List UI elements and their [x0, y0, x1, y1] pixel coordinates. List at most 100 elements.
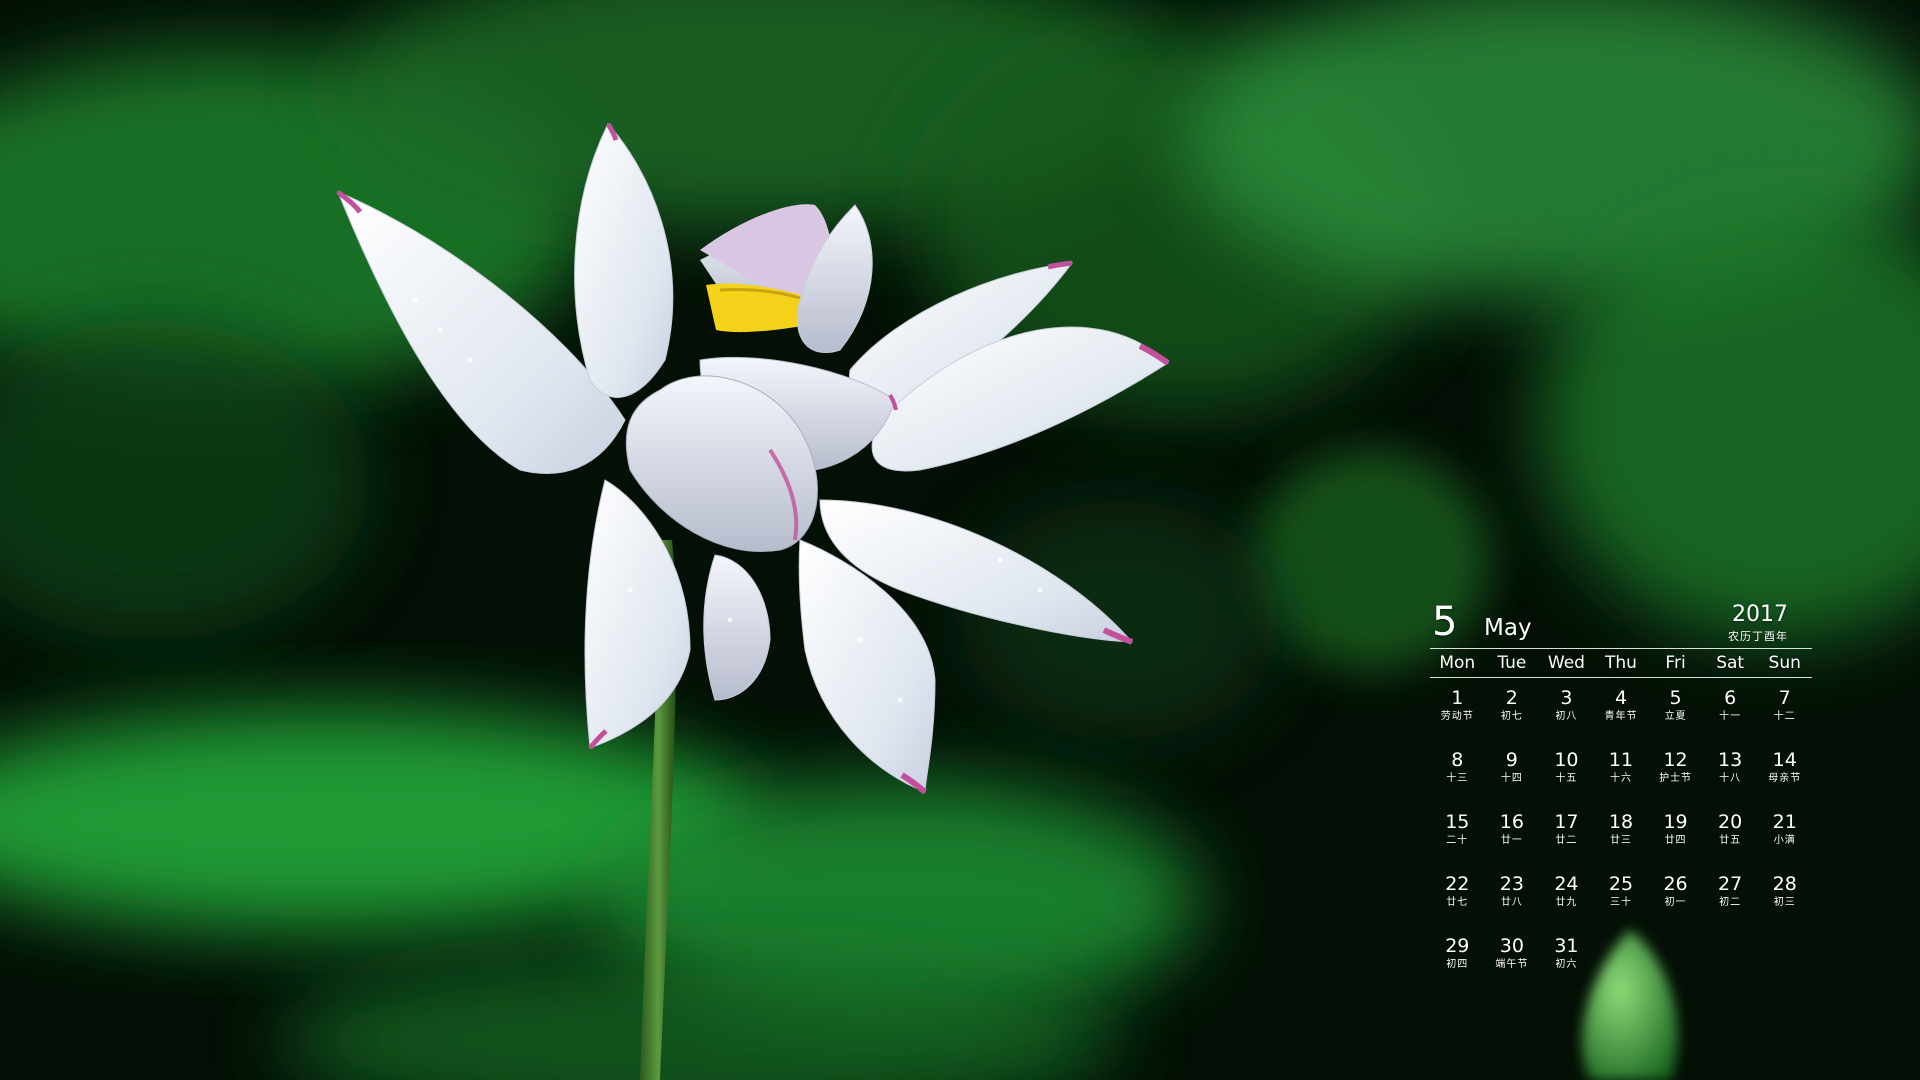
day-number: 30	[1499, 935, 1524, 957]
day-number: 25	[1608, 873, 1634, 895]
day-lunar-label: 廿五	[1719, 835, 1742, 846]
day-lunar-label: 十六	[1609, 773, 1632, 784]
day-number: 11	[1608, 749, 1634, 771]
calendar-day: 4 青年节	[1594, 686, 1649, 748]
day-number: 22	[1445, 873, 1470, 895]
weekday-label: Thu	[1605, 653, 1637, 673]
day-number: 7	[1778, 687, 1791, 709]
day-lunar-label: 廿九	[1555, 897, 1578, 908]
calendar-day: 31 初六	[1539, 934, 1594, 996]
calendar-day: 22 廿七	[1430, 872, 1485, 934]
calendar-day: 16 廿一	[1485, 810, 1540, 872]
day-number: 16	[1499, 811, 1524, 833]
day-number: 12	[1663, 749, 1688, 771]
calendar-day: 12 护士节	[1648, 748, 1703, 810]
day-number: 17	[1554, 811, 1579, 833]
day-number: 29	[1445, 935, 1470, 957]
day-lunar-label: 十二	[1773, 711, 1796, 722]
day-lunar-label: 廿三	[1609, 835, 1632, 846]
calendar-day: 24 廿九	[1539, 872, 1594, 934]
weekday-label: Tue	[1497, 653, 1527, 673]
calendar-day: 23 廿八	[1485, 872, 1540, 934]
calendar-day: 26 初一	[1648, 872, 1703, 934]
day-lunar-label: 初三	[1773, 897, 1796, 908]
day-grid: 1 劳动节 2 初七 3 初八 4 青年节 5 立夏 6 十一 7 十二 8 十三 9 十四 10 十五 11 十六 12 护…	[1430, 686, 1812, 996]
day-lunar-label: 十三	[1446, 773, 1469, 784]
day-lunar-label: 初一	[1664, 897, 1687, 908]
day-number: 27	[1718, 873, 1743, 895]
calendar-day: 27 初二	[1703, 872, 1758, 934]
day-number: 9	[1505, 749, 1518, 771]
weekday-divider	[1430, 677, 1812, 678]
day-number: 18	[1608, 811, 1634, 833]
calendar-day: 5 立夏	[1648, 686, 1703, 748]
calendar-day: 18 廿三	[1594, 810, 1649, 872]
calendar-day: 19 廿四	[1648, 810, 1703, 872]
calendar-header: 5 May 2017 农历丁酉年	[1430, 600, 1812, 644]
calendar-day: 15 二十	[1430, 810, 1485, 872]
day-lunar-label: 廿八	[1500, 897, 1523, 908]
day-lunar-label: 端午节	[1495, 959, 1529, 970]
day-lunar-label: 廿二	[1555, 835, 1578, 846]
weekday-label: Sun	[1768, 653, 1801, 673]
calendar-day: 20 廿五	[1703, 810, 1758, 872]
day-lunar-label: 初四	[1446, 959, 1469, 970]
day-lunar-label: 十五	[1555, 773, 1578, 784]
day-lunar-label: 十八	[1719, 773, 1742, 784]
day-lunar-label: 小满	[1773, 835, 1796, 846]
weekday-label: Wed	[1547, 653, 1585, 673]
calendar-day: 3 初八	[1539, 686, 1594, 748]
weekday-label: Fri	[1665, 653, 1686, 673]
calendar-day: 25 三十	[1594, 872, 1649, 934]
day-number: 1	[1451, 687, 1464, 709]
day-number: 21	[1772, 811, 1797, 833]
year: 2017	[1732, 602, 1788, 627]
weekday-row: Mon Tue Wed Thu Fri Sat Sun	[1430, 649, 1812, 677]
calendar-day: 21 小满	[1757, 810, 1812, 872]
day-lunar-label: 三十	[1609, 897, 1632, 908]
day-lunar-label: 初二	[1719, 897, 1742, 908]
day-lunar-label: 护士节	[1659, 773, 1693, 784]
calendar-day: 8 十三	[1430, 748, 1485, 810]
day-lunar-label: 廿七	[1446, 897, 1469, 908]
day-number: 2	[1505, 687, 1518, 709]
calendar-day: 9 十四	[1485, 748, 1540, 810]
calendar-day: 28 初三	[1757, 872, 1812, 934]
day-number: 24	[1554, 873, 1579, 895]
month-calendar-overlay: 5 May 2017 农历丁酉年 Mon Tue Wed Thu Fri Sat…	[1430, 600, 1812, 996]
month-name: May	[1484, 615, 1532, 641]
day-lunar-label: 劳动节	[1440, 711, 1474, 722]
day-number: 6	[1724, 687, 1737, 709]
day-lunar-label: 二十	[1446, 835, 1469, 846]
weekday-label: Mon	[1439, 653, 1476, 673]
calendar-day: 1 劳动节	[1430, 686, 1485, 748]
day-lunar-label: 廿一	[1500, 835, 1523, 846]
lunar-year: 农历丁酉年	[1728, 630, 1788, 643]
day-number: 3	[1560, 687, 1573, 709]
day-number: 8	[1451, 749, 1464, 771]
day-number: 26	[1663, 873, 1688, 895]
day-lunar-label: 初六	[1555, 959, 1578, 970]
calendar-day: 7 十二	[1757, 686, 1812, 748]
day-number: 5	[1669, 687, 1682, 709]
day-number: 13	[1718, 749, 1743, 771]
calendar-day: 11 十六	[1594, 748, 1649, 810]
weekday-label: Sat	[1716, 653, 1745, 673]
calendar-day: 13 十八	[1703, 748, 1758, 810]
day-number: 31	[1554, 935, 1579, 957]
day-number: 19	[1663, 811, 1688, 833]
calendar-day: 17 廿二	[1539, 810, 1594, 872]
day-lunar-label: 母亲节	[1768, 773, 1802, 784]
day-lunar-label: 初八	[1555, 711, 1578, 722]
day-lunar-label: 廿四	[1664, 835, 1687, 846]
day-number: 4	[1614, 687, 1628, 709]
calendar-day: 6 十一	[1703, 686, 1758, 748]
day-number: 20	[1718, 811, 1743, 833]
day-number: 14	[1772, 749, 1797, 771]
day-lunar-label: 初七	[1500, 711, 1523, 722]
day-lunar-label: 青年节	[1604, 711, 1638, 722]
day-number: 10	[1554, 749, 1579, 771]
calendar-day: 2 初七	[1485, 686, 1540, 748]
calendar-day: 10 十五	[1539, 748, 1594, 810]
month-number: 5	[1432, 599, 1458, 645]
